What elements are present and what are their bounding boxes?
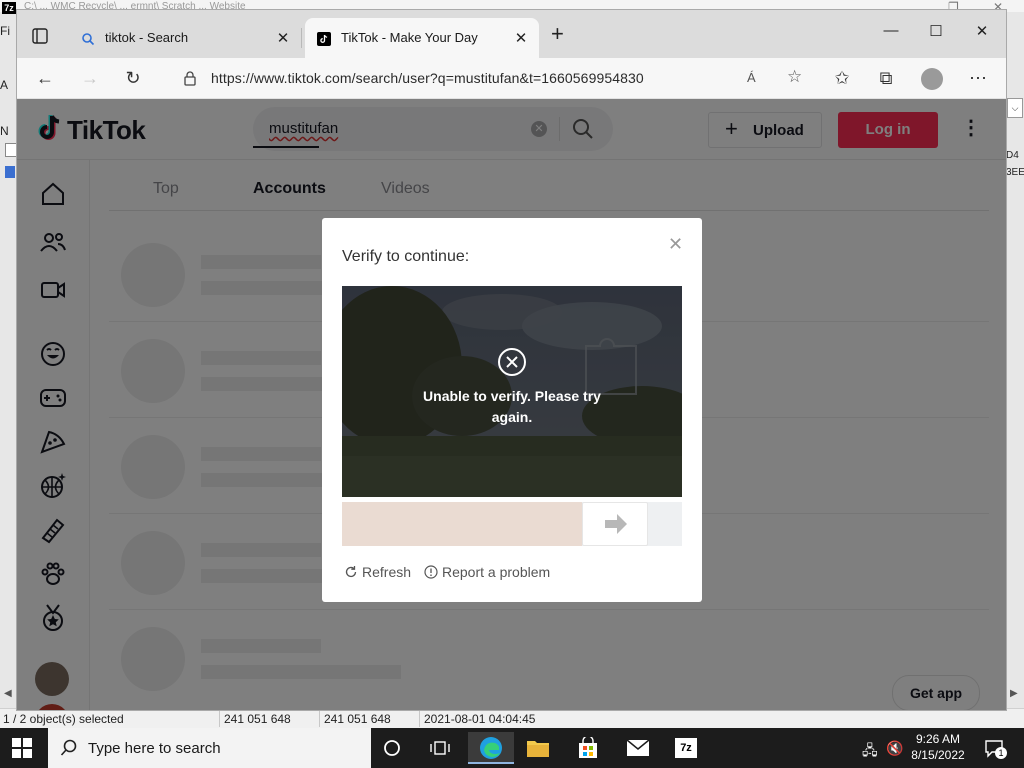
7zip-logo-icon: 7z [2, 2, 16, 14]
minimize-icon[interactable]: — [876, 22, 906, 42]
background-dropdown-icon[interactable]: ⌵ [1007, 98, 1023, 118]
refresh-label: Refresh [362, 564, 412, 580]
modal-title: Verify to continue: [342, 248, 470, 265]
slider-progress [342, 502, 582, 546]
background-scroll-right-icon[interactable]: ▶ [1010, 688, 1018, 699]
edge-taskbar-icon[interactable] [468, 732, 514, 764]
refresh-button[interactable]: Refresh [344, 564, 411, 580]
tab-close-icon[interactable]: ✕ [275, 29, 291, 47]
back-icon[interactable]: ← [33, 66, 57, 90]
tab-tiktok[interactable]: TikTok - Make Your Day ✕ [305, 18, 539, 58]
background-list-fragment: N [0, 124, 9, 138]
tiktok-page: TikTok mustitufan ✕ + Upload Log in ⋮ [17, 99, 1006, 710]
info-icon [424, 565, 438, 579]
new-tab-icon[interactable]: + [551, 23, 564, 45]
store-icon[interactable] [568, 732, 608, 764]
tab-close-icon[interactable]: ✕ [513, 29, 529, 47]
network-icon[interactable]: 🖧 [862, 740, 878, 764]
status-selection: 1 / 2 object(s) selected [3, 712, 124, 726]
background-file-selected-icon [5, 166, 15, 178]
background-toolbar-fragment: A [0, 78, 9, 92]
cortana-icon[interactable] [372, 732, 412, 764]
address-bar[interactable]: https://www.tiktok.com/search/user?q=mus… [175, 61, 827, 95]
tab-tiktok-search[interactable]: tiktok - Search ✕ [69, 18, 301, 58]
report-problem-button[interactable]: Report a problem [424, 564, 550, 580]
url-text[interactable]: https://www.tiktok.com/search/user?q=mus… [211, 70, 644, 86]
taskbar-search-placeholder[interactable]: Type here to search [88, 740, 221, 757]
refresh-icon[interactable]: ↻ [121, 66, 145, 90]
report-label: Report a problem [442, 564, 551, 580]
tab-label: tiktok - Search [105, 30, 189, 45]
background-menu-fragment: Fi [0, 24, 10, 38]
tab-label: TikTok - Make Your Day [341, 30, 478, 45]
clock-time: 9:26 AM [915, 732, 961, 746]
task-view-icon[interactable] [420, 732, 460, 764]
error-icon [498, 348, 526, 376]
status-packed-size: 241 051 648 [324, 712, 391, 726]
tiktok-icon [317, 32, 331, 46]
background-col-fragment-1: D4 [1006, 150, 1019, 161]
forward-icon[interactable]: → [78, 66, 102, 90]
slider-handle[interactable] [582, 502, 648, 546]
collections-icon[interactable]: ⧉ [874, 66, 898, 90]
close-window-icon[interactable]: ✕ [967, 22, 997, 42]
file-explorer-icon[interactable] [518, 732, 558, 764]
background-status-bar: 1 / 2 object(s) selected 241 051 648 241… [0, 708, 1024, 729]
maximize-icon[interactable]: ☐ [921, 22, 951, 42]
arrow-right-icon [605, 514, 627, 534]
tab-actions-icon[interactable] [27, 24, 53, 48]
taskbar-clock[interactable]: 9:26 AM 8/15/2022 [908, 731, 968, 763]
favorites-icon[interactable]: ✩ [830, 66, 854, 90]
windows-start-icon[interactable] [12, 738, 32, 758]
profile-avatar[interactable] [921, 68, 943, 90]
windows-taskbar: Type here to search 7z 🖧 🔇 9:26 AM 8/15/… [0, 728, 1024, 768]
volume-muted-icon[interactable]: 🔇 [886, 740, 903, 757]
search-icon [60, 739, 77, 756]
browser-window: tiktok - Search ✕ TikTok - Make Your Day… [17, 10, 1006, 710]
tab-strip: tiktok - Search ✕ TikTok - Make Your Day… [17, 10, 1006, 58]
status-modified: 2021-08-01 04:04:45 [424, 712, 536, 726]
7zip-taskbar-icon[interactable]: 7z [666, 732, 706, 764]
captcha-image: Unable to verify. Please try again. [342, 286, 682, 497]
status-size: 241 051 648 [224, 712, 291, 726]
notification-count-badge: 1 [995, 747, 1007, 759]
background-col-fragment-2: 3EE [1006, 167, 1024, 178]
read-aloud-icon[interactable]: Á [747, 70, 756, 85]
lock-icon[interactable] [183, 70, 197, 86]
more-options-icon[interactable]: ⋯ [966, 66, 990, 90]
refresh-icon [345, 566, 357, 578]
background-scroll-left-icon[interactable]: ◀ [4, 688, 12, 699]
taskbar-search-box[interactable]: Type here to search [48, 728, 371, 768]
captcha-error-message: Unable to verify. Please try again. [423, 388, 601, 425]
add-favorite-icon[interactable]: ☆ [787, 67, 802, 87]
navigation-bar: ← → ↻ https://www.tiktok.com/search/user… [17, 58, 1006, 99]
close-icon[interactable]: ✕ [668, 234, 683, 255]
background-file-icon [5, 143, 17, 157]
mail-icon[interactable] [618, 732, 658, 764]
clock-date: 8/15/2022 [911, 748, 965, 762]
captcha-slider-track [342, 502, 682, 546]
notification-center-icon[interactable]: 1 [984, 738, 1007, 761]
search-icon [82, 33, 95, 46]
verify-captcha-modal: Verify to continue: ✕ Unable to verify. … [322, 218, 702, 602]
